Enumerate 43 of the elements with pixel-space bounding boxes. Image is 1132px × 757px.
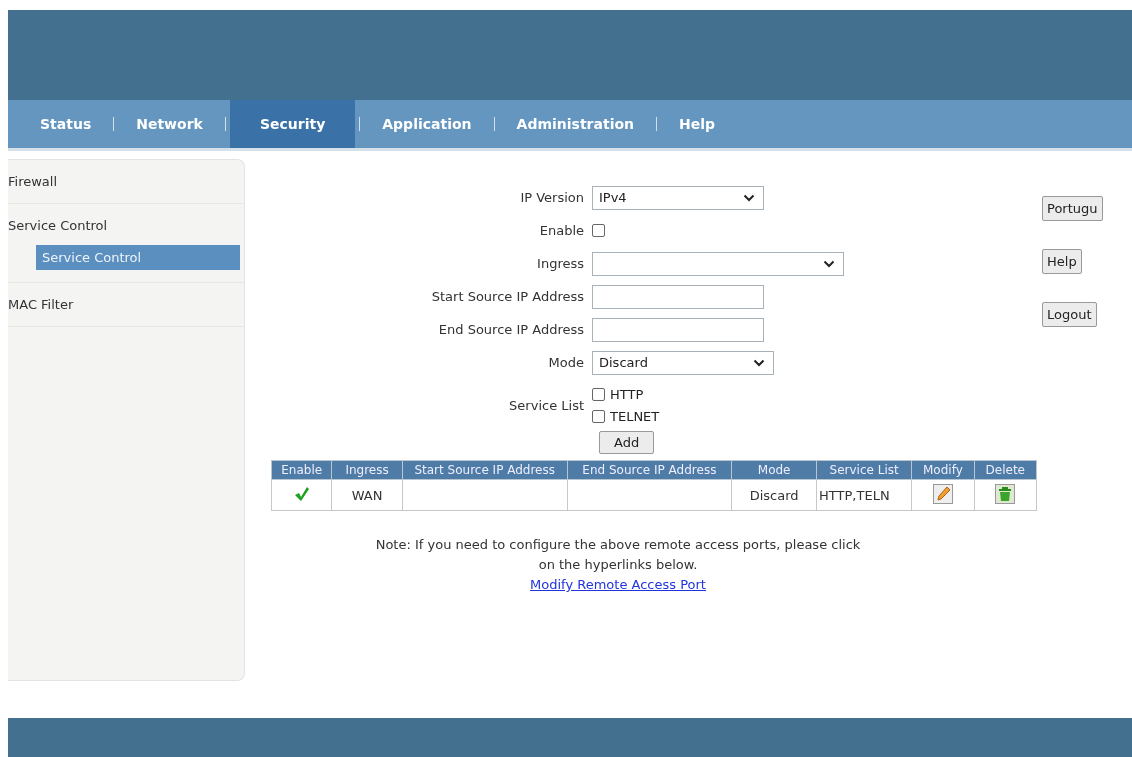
chevron-down-icon [823, 259, 835, 268]
side-button[interactable]: Help [1042, 249, 1082, 274]
field-label: Service List [508, 397, 585, 413]
table-cell: WAN [331, 479, 403, 511]
note-text: Note: If you need to configure the above remote access ports, please click on the hyperlinks below. [374, 536, 862, 574]
column-header: Delete [974, 460, 1037, 480]
trash-icon[interactable] [995, 483, 1016, 504]
table-cell: Discard [731, 479, 817, 511]
input-field[interactable] [592, 317, 764, 342]
table-cell: HTTP,TELN [816, 479, 912, 511]
sidebar-item[interactable]: Firewall [8, 166, 58, 197]
select-field[interactable]: Discard [592, 350, 774, 375]
add-button[interactable]: Add [599, 431, 655, 454]
column-header: Service List [816, 460, 912, 480]
column-header: Ingress [331, 460, 403, 480]
column-header: Modify [911, 460, 975, 480]
side-button[interactable]: Logout [1042, 302, 1097, 327]
chevron-down-icon [753, 358, 765, 367]
chevron-down-icon [743, 193, 755, 202]
checkbox[interactable] [592, 387, 605, 401]
nav-tab[interactable]: Security [229, 100, 356, 148]
pencil-icon[interactable] [932, 483, 953, 504]
input-field[interactable] [592, 284, 764, 309]
checkbox[interactable] [592, 409, 605, 423]
field-label: Mode [547, 355, 585, 370]
sidebar-item[interactable]: Service Control [8, 210, 108, 241]
field-label: Start Source IP Address [430, 289, 585, 304]
select-field[interactable]: IPv4 [592, 185, 764, 210]
field-label: Enable [538, 223, 585, 238]
field-label: End Source IP Address [437, 322, 585, 337]
column-header: End Source IP Address [567, 460, 732, 480]
sidebar-item[interactable]: MAC Filter [8, 289, 74, 320]
field-label: IP Version [519, 190, 585, 205]
column-header: Mode [731, 460, 817, 480]
field-label: Ingress [536, 256, 585, 271]
option-label: HTTP [610, 386, 644, 402]
remote-access-link[interactable]: Modify Remote Access Port [530, 577, 706, 592]
select-field[interactable] [592, 251, 844, 276]
column-header: Enable [271, 460, 332, 480]
checkbox[interactable] [592, 224, 605, 237]
side-button[interactable]: Portugu [1042, 196, 1103, 221]
option-label: TELNET [610, 408, 660, 424]
column-header: Start Source IP Address [402, 460, 568, 480]
